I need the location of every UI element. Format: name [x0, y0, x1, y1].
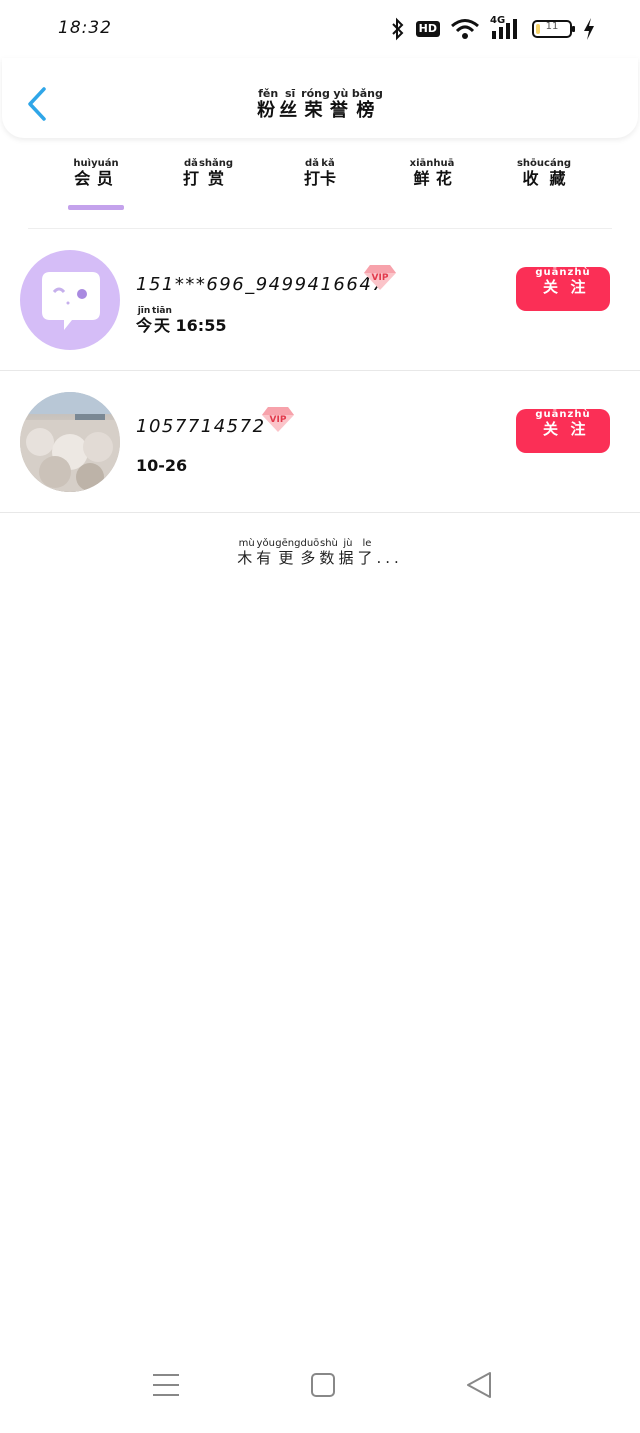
- tab-3[interactable]: 鲜xiān花huā: [404, 158, 460, 210]
- follow-label-char: 注zhù: [567, 267, 591, 296]
- no-more-char: 更gēng: [275, 538, 301, 567]
- time-value: 16:55: [169, 316, 227, 335]
- no-more-char: 多duō: [300, 538, 320, 567]
- title-char: 誉yù: [329, 87, 352, 121]
- avatar[interactable]: [20, 250, 120, 350]
- title-char: 丝sī: [279, 87, 302, 121]
- cellular-signal-icon: 4G: [490, 15, 522, 41]
- time-prefix-char: 天tiān: [152, 306, 172, 335]
- time-prefix-char: 今jīn: [136, 306, 153, 335]
- landscape-photo: [20, 392, 120, 492]
- no-more-char: 有yǒu: [256, 538, 276, 567]
- no-more-char: 了le: [357, 538, 377, 567]
- wifi-icon: [451, 19, 479, 39]
- title-char: 荣róng: [301, 87, 330, 121]
- time-value: 10-26: [136, 456, 188, 475]
- charging-icon: [584, 18, 594, 40]
- title-char: 粉fěn: [257, 87, 280, 121]
- follow-button[interactable]: 关guān注zhù: [516, 409, 610, 453]
- tab-label-char: 打dǎ: [182, 158, 199, 188]
- divider: [28, 228, 612, 229]
- tab-0[interactable]: 会huì员yuán: [68, 158, 124, 210]
- tab-label-char: 收shōu: [516, 158, 545, 188]
- svg-text:VIP: VIP: [372, 273, 389, 283]
- tab-bar: 会huì员yuán 打dǎ赏shǎng 打dǎ卡kǎ 鲜xiān花huā 收shōu藏c…: [0, 158, 640, 210]
- page-title: 粉fěn丝sī荣róng誉yù榜bǎng: [2, 87, 638, 122]
- tab-1[interactable]: 打dǎ赏shǎng: [180, 158, 236, 210]
- tab-label: 会huì员yuán: [68, 158, 124, 189]
- member-row[interactable]: 1057714572 VIP 10-26 关guān注zhù: [0, 372, 640, 513]
- hd-badge: HD: [415, 21, 440, 37]
- tab-2[interactable]: 打dǎ卡kǎ: [292, 158, 348, 210]
- menu-icon[interactable]: [146, 1365, 186, 1405]
- no-more-char: 据jù: [338, 538, 358, 567]
- tab-label: 打dǎ卡kǎ: [292, 158, 348, 189]
- home-icon[interactable]: [303, 1365, 343, 1405]
- back-triangle-icon[interactable]: [460, 1365, 500, 1405]
- no-more-data-text: 木mù有yǒu更gēng多duō数shù据jù了le...: [0, 538, 640, 568]
- tab-label-char: 会huì: [73, 158, 92, 188]
- follow-button[interactable]: 关guān注zhù: [516, 267, 610, 311]
- vip-diamond-icon: VIP: [262, 407, 294, 432]
- page-header: 粉fěn丝sī荣róng誉yù榜bǎng: [2, 58, 638, 138]
- tab-label-char: 员yuán: [91, 158, 119, 188]
- tab-4[interactable]: 收shōu藏cáng: [516, 158, 572, 210]
- tab-label-char: 打dǎ: [303, 158, 320, 188]
- active-tab-indicator: [68, 205, 124, 210]
- member-row[interactable]: 151***696_9499416647 VIP 今jīn天tiān 16:55 关g…: [0, 230, 640, 371]
- follow-label-char: 注zhù: [567, 409, 591, 438]
- member-time: 10-26: [136, 456, 187, 475]
- member-time: 今jīn天tiān 16:55: [136, 306, 226, 336]
- vip-diamond-icon: VIP: [364, 265, 396, 290]
- member-username: 1057714572: [136, 416, 266, 437]
- status-icons: HD 4G 11: [390, 14, 596, 44]
- tab-label-char: 鲜xiān: [409, 158, 434, 188]
- avatar[interactable]: [20, 392, 120, 492]
- title-char: 榜bǎng: [351, 87, 383, 121]
- bluetooth-icon: [391, 17, 404, 41]
- svg-text:VIP: VIP: [270, 415, 287, 425]
- tab-label: 打dǎ赏shǎng: [180, 158, 236, 189]
- member-username: 151***696_9499416647: [136, 274, 386, 295]
- tab-label-char: 藏cáng: [544, 158, 571, 188]
- tab-label-char: 卡kǎ: [320, 158, 337, 188]
- tab-label: 收shōu藏cáng: [516, 158, 572, 189]
- follow-label-char: 关guān: [535, 267, 568, 296]
- battery-icon: 11: [532, 20, 575, 38]
- no-more-char: 木mù: [237, 538, 257, 567]
- status-time: 18:32: [58, 18, 112, 38]
- tab-label: 鲜xiān花huā: [404, 158, 460, 189]
- no-more-char: 数shù: [319, 538, 339, 567]
- status-bar: 18:32 HD 4G 11: [0, 0, 640, 60]
- chat-bubble-avatar-icon: [42, 272, 100, 330]
- follow-label-char: 关guān: [535, 409, 568, 438]
- tab-label-char: 花huā: [433, 158, 455, 188]
- tab-label-char: 赏shǎng: [198, 158, 234, 188]
- system-nav-bar: [0, 1343, 640, 1433]
- battery-text: 11: [545, 21, 559, 32]
- ellipsis: ...: [376, 549, 403, 567]
